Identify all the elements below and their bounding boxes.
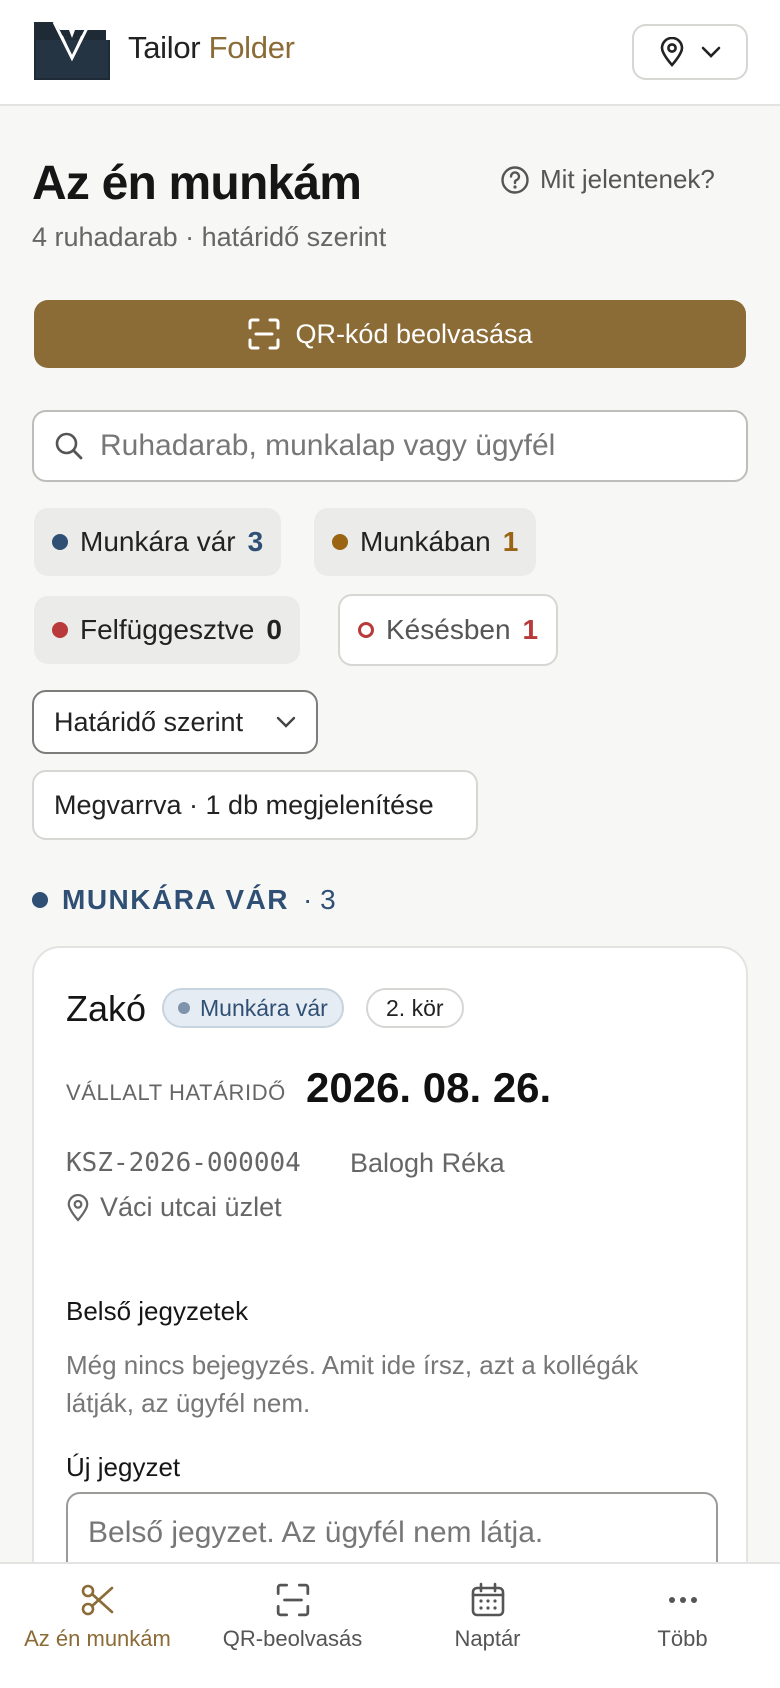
filter-chip-late[interactable]: Késésben 1 (338, 594, 559, 666)
status-badge-label: Munkára vár (200, 994, 328, 1021)
show-sewn-label: Megvarrva · 1 db megjelenítése (54, 789, 434, 820)
status-dot (52, 534, 68, 550)
page-subtitle: 4 ruhadarab · határidő szerint (32, 222, 387, 252)
sort-select[interactable]: Határidő szerint (32, 690, 318, 754)
filter-chip-label: Munkára vár (80, 526, 236, 557)
round-badge: 2. kör (366, 988, 464, 1028)
notes-heading: Belső jegyzetek (66, 1296, 249, 1326)
page-title: Az én munkám (32, 157, 362, 210)
nav-item-label: QR-beolvasás (222, 1626, 363, 1651)
deadline-label: VÁLLALT HATÁRIDŐ (66, 1080, 286, 1105)
qr-scan-icon (276, 1583, 309, 1617)
folder-suit-logo (34, 21, 110, 80)
scissors-icon (81, 1584, 113, 1616)
brand-name: Tailor Folder (128, 30, 295, 66)
filter-chip-label: Késésben (386, 614, 511, 645)
chevron-down-icon (701, 46, 721, 58)
section-title: MUNKÁRA VÁR (62, 884, 290, 915)
client-name: Balogh Réka (350, 1148, 505, 1178)
filter-chip-label: Munkában (360, 526, 491, 557)
status-ring (358, 622, 374, 638)
worksheet-code: KSZ-2026-000004 (66, 1148, 301, 1178)
status-dot (178, 1002, 190, 1014)
search-icon (55, 432, 83, 460)
show-sewn-button[interactable]: Megvarrva · 1 db megjelenítése (32, 770, 478, 840)
scan-qr-button[interactable]: QR-kód beolvasása (34, 300, 746, 368)
help-link[interactable]: Mit jelentenek? (500, 164, 715, 195)
nav-item-my-work[interactable]: Az én munkám (0, 1564, 195, 1688)
filter-chip-waiting[interactable]: Munkára vár 3 (34, 508, 282, 576)
new-note-label: Új jegyzet (66, 1452, 181, 1482)
notes-empty-text: Még nincs bejegyzés. Amit ide írsz, azt … (66, 1350, 639, 1418)
shop-name: Váci utcai üzlet (100, 1192, 282, 1222)
status-badge: Munkára vár (162, 988, 344, 1028)
map-pin-icon (67, 1193, 89, 1222)
filter-chip-count: 1 (502, 526, 519, 557)
scan-qr-label: QR-kód beolvasása (295, 318, 533, 349)
status-dot (332, 534, 348, 550)
section-header: MUNKÁRA VÁR · 3 (32, 884, 336, 916)
help-link-label: Mit jelentenek? (540, 164, 715, 194)
nav-item-more[interactable]: Több (585, 1564, 780, 1688)
calendar-icon (471, 1582, 504, 1617)
brand-name-part1: Tailor (128, 30, 201, 65)
filter-chip-count: 1 (522, 614, 539, 645)
filter-chip-count: 3 (247, 526, 264, 557)
nav-item-label: Több (657, 1626, 708, 1651)
top-bar: Tailor Folder (0, 0, 780, 106)
shop-location: Váci utcai üzlet (66, 1192, 282, 1223)
search-input[interactable]: Ruhadarab, munkalap vagy ügyfél (32, 410, 748, 482)
deadline-value: 2026. 08. 26. (306, 1064, 552, 1111)
nav-item-calendar[interactable]: Naptár (390, 1564, 585, 1688)
garment-title: Zakó (66, 988, 147, 1029)
filter-chip-count: 0 (266, 614, 282, 645)
sort-label: Határidő szerint (54, 706, 244, 737)
search-placeholder: Ruhadarab, munkalap vagy ügyfél (100, 429, 556, 462)
section-count: · 3 (303, 884, 336, 915)
nav-item-qr-scan[interactable]: QR-beolvasás (195, 1564, 390, 1688)
nav-item-label: Az én munkám (24, 1626, 171, 1651)
chevron-down-icon (276, 716, 296, 728)
help-circle-icon (501, 165, 529, 194)
nav-item-label: Naptár (454, 1626, 521, 1651)
new-note-placeholder: Belső jegyzet. Az ügyfél nem látja. (88, 1516, 544, 1549)
bottom-navigation: Az én munkám QR-beolvasás Naptár Több (0, 1562, 780, 1688)
more-dots-icon (668, 1597, 697, 1603)
filter-chip-suspended[interactable]: Felfüggesztve 0 (34, 596, 300, 664)
qr-scan-icon (248, 318, 280, 350)
filter-chip-in-progress[interactable]: Munkában 1 (314, 508, 537, 576)
status-dot (52, 622, 68, 638)
status-dot (32, 892, 48, 908)
brand-name-part2: Folder (208, 30, 295, 65)
map-pin-icon (660, 37, 684, 67)
location-selector-button[interactable] (632, 24, 748, 80)
filter-chip-label: Felfüggesztve (80, 614, 255, 645)
